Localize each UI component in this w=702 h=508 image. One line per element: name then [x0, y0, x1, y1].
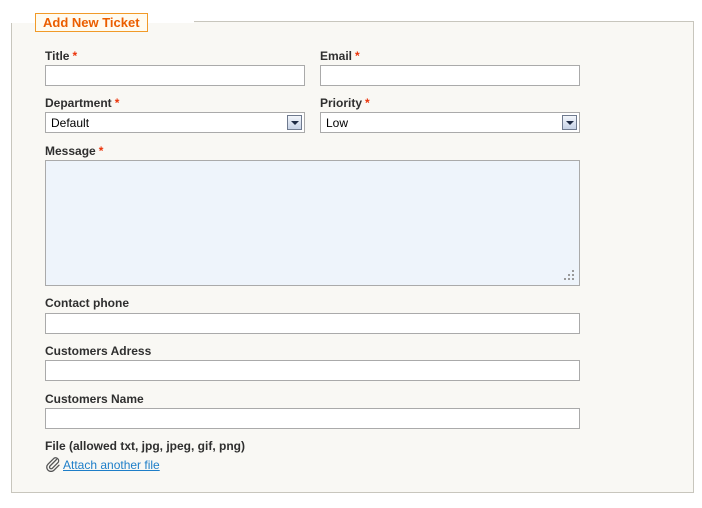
chevron-down-icon: [291, 121, 299, 125]
title-label: Title *: [45, 49, 77, 63]
customers-name-label: Customers Name: [45, 392, 144, 406]
department-selected-value: Default: [51, 116, 90, 130]
required-mark: *: [365, 96, 370, 110]
customers-address-label: Customers Adress: [45, 344, 152, 358]
form-legend: Add New Ticket: [35, 13, 148, 32]
required-mark: *: [355, 49, 360, 63]
contact-phone-label: Contact phone: [45, 296, 129, 310]
customers-address-input[interactable]: [45, 360, 580, 381]
message-label-text: Message: [45, 144, 96, 158]
email-input[interactable]: [320, 65, 580, 86]
priority-label-text: Priority: [320, 96, 363, 110]
attach-another-file-link[interactable]: Attach another file: [63, 458, 160, 472]
required-mark: *: [72, 49, 78, 63]
message-textarea[interactable]: [45, 160, 580, 286]
customers-name-input[interactable]: [45, 408, 580, 429]
priority-label: Priority *: [320, 96, 370, 110]
department-label: Department *: [45, 96, 119, 110]
department-label-text: Department: [45, 96, 112, 110]
message-label: Message *: [45, 144, 103, 158]
required-mark: *: [114, 96, 120, 110]
department-dropdown-button[interactable]: [287, 115, 302, 130]
email-label: Email *: [320, 49, 360, 63]
chevron-down-icon: [566, 121, 574, 125]
title-label-text: Title: [45, 49, 70, 63]
priority-selected-value: Low: [326, 116, 349, 130]
title-input[interactable]: [45, 65, 305, 86]
page: Add New Ticket Title * Email * Department *…: [0, 0, 702, 508]
paperclip-icon: [46, 457, 60, 472]
email-label-text: Email: [320, 49, 353, 63]
priority-dropdown-button[interactable]: [562, 115, 577, 130]
required-mark: *: [98, 144, 104, 158]
department-select[interactable]: Default: [45, 112, 305, 133]
contact-phone-input[interactable]: [45, 313, 580, 334]
file-label: File (allowed txt, jpg, jpeg, gif, png): [45, 439, 245, 453]
priority-select[interactable]: Low: [320, 112, 580, 133]
resize-grip-icon[interactable]: [564, 270, 576, 282]
